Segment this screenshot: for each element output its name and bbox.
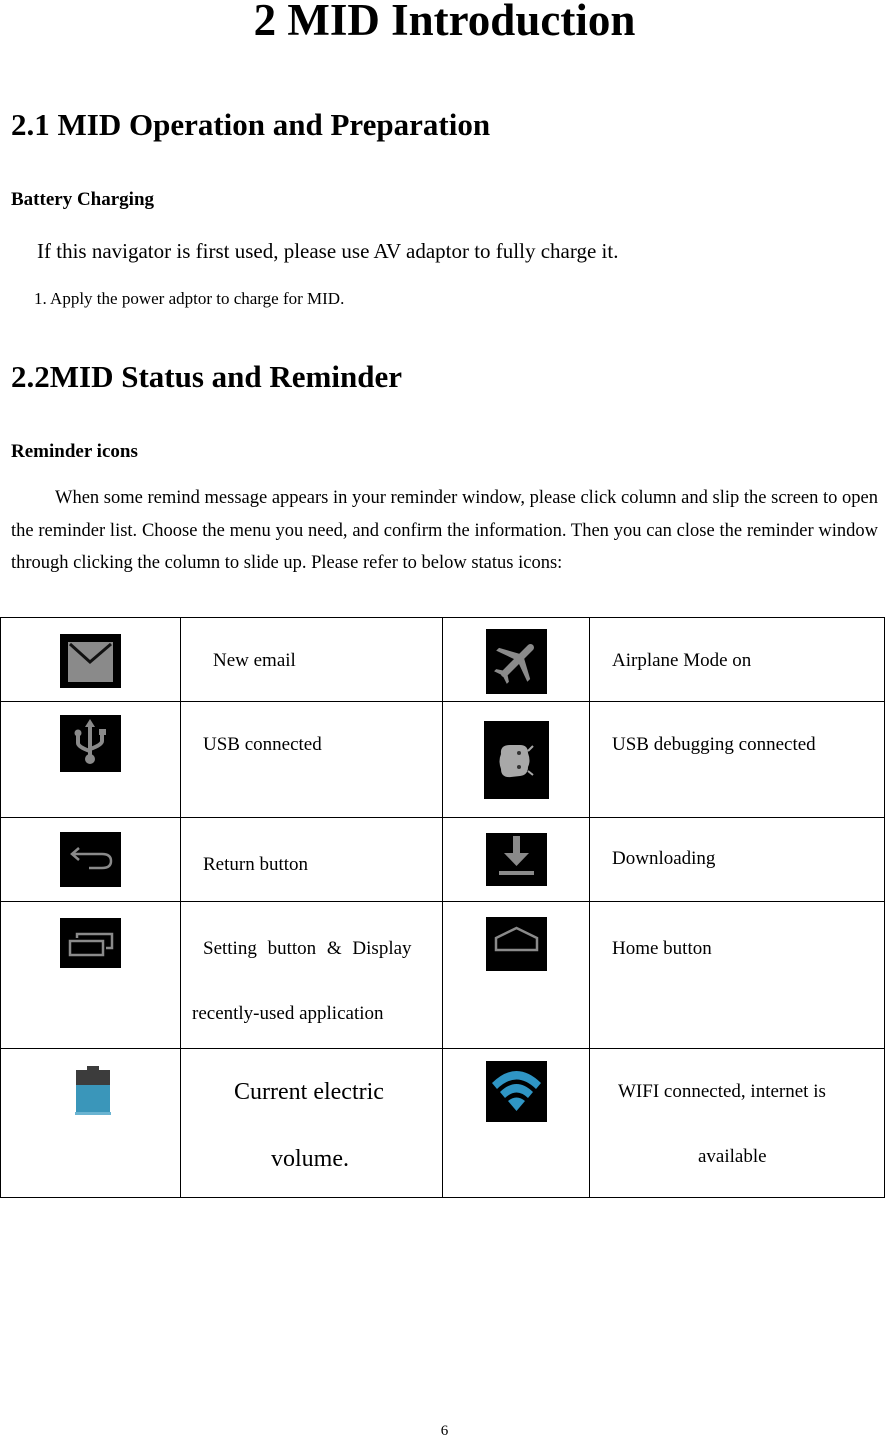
table-row: USB connected USB debugging connected [0, 701, 885, 818]
table-row: Setting button & Display recently-used a… [0, 901, 885, 1049]
icon-label-line-1: Current electric [234, 1079, 384, 1105]
icon-label-line-2: volume. [271, 1146, 349, 1172]
icon-cell [0, 701, 181, 818]
subheading-battery-charging: Battery Charging [11, 189, 155, 210]
home-icon [486, 917, 547, 971]
icon-label: New email [213, 650, 296, 671]
usb-debugging-icon [484, 721, 549, 799]
icon-cell [442, 617, 590, 702]
icon-cell [442, 701, 590, 818]
download-icon [486, 833, 547, 886]
chapter-title: 2 MID Introduction [253, 0, 636, 45]
icon-label: USB debugging connected [612, 734, 816, 755]
icon-cell [0, 817, 181, 902]
charging-step-1: 1. Apply the power adptor to charge for … [34, 289, 345, 308]
table-row: Current electric volume. WIFI connected,… [0, 1048, 885, 1198]
wifi-icon [486, 1061, 547, 1122]
icon-cell [442, 817, 590, 902]
icon-cell [442, 1048, 590, 1198]
section-title-operation: 2.1 MID Operation and Preparation [11, 107, 491, 142]
label-cell: Airplane Mode on [589, 617, 885, 702]
icon-label-line-1: WIFI connected, internet is [618, 1081, 826, 1102]
icon-label-line-2: available [698, 1146, 767, 1167]
label-cell: Downloading [589, 817, 885, 902]
label-cell: WIFI connected, internet is available [589, 1048, 885, 1198]
airplane-mode-icon [486, 629, 547, 694]
charging-intro-text: If this navigator is first used, please … [37, 239, 619, 263]
label-cell: Return button [180, 817, 443, 902]
label-cell: Home button [589, 901, 885, 1049]
table-row: Return button Downloading [0, 817, 885, 902]
email-icon [60, 634, 121, 688]
icon-label: USB connected [203, 734, 322, 755]
return-icon [60, 832, 121, 887]
label-cell: Setting button & Display recently-used a… [180, 901, 443, 1049]
icon-cell [442, 901, 590, 1049]
icon-label-line-2: recently-used application [192, 1003, 384, 1024]
icon-label: Home button [612, 938, 712, 959]
section-title-status-reminder: 2.2MID Status and Reminder [11, 359, 402, 394]
label-cell: USB connected [180, 701, 443, 818]
icon-cell [0, 1048, 181, 1198]
battery-icon [75, 1066, 111, 1118]
table-row: New email Airplane Mode on [0, 617, 885, 702]
reminder-paragraph: When some remind message appears in your… [11, 488, 878, 573]
icon-label: Downloading [612, 848, 716, 869]
recent-apps-icon [60, 918, 121, 968]
status-icon-table: New email Airplane Mode on USB connected… [0, 617, 885, 1198]
usb-icon [60, 715, 121, 772]
icon-label-line-1: Setting button & Display [203, 938, 412, 959]
label-cell: USB debugging connected [589, 701, 885, 818]
icon-cell [0, 617, 181, 702]
subheading-reminder-icons: Reminder icons [11, 441, 138, 462]
page-number: 6 [440, 1423, 449, 1439]
label-cell: Current electric volume. [180, 1048, 443, 1198]
icon-label: Return button [203, 854, 309, 875]
label-cell: New email [180, 617, 443, 702]
icon-cell [0, 901, 181, 1049]
icon-label: Airplane Mode on [612, 650, 752, 671]
